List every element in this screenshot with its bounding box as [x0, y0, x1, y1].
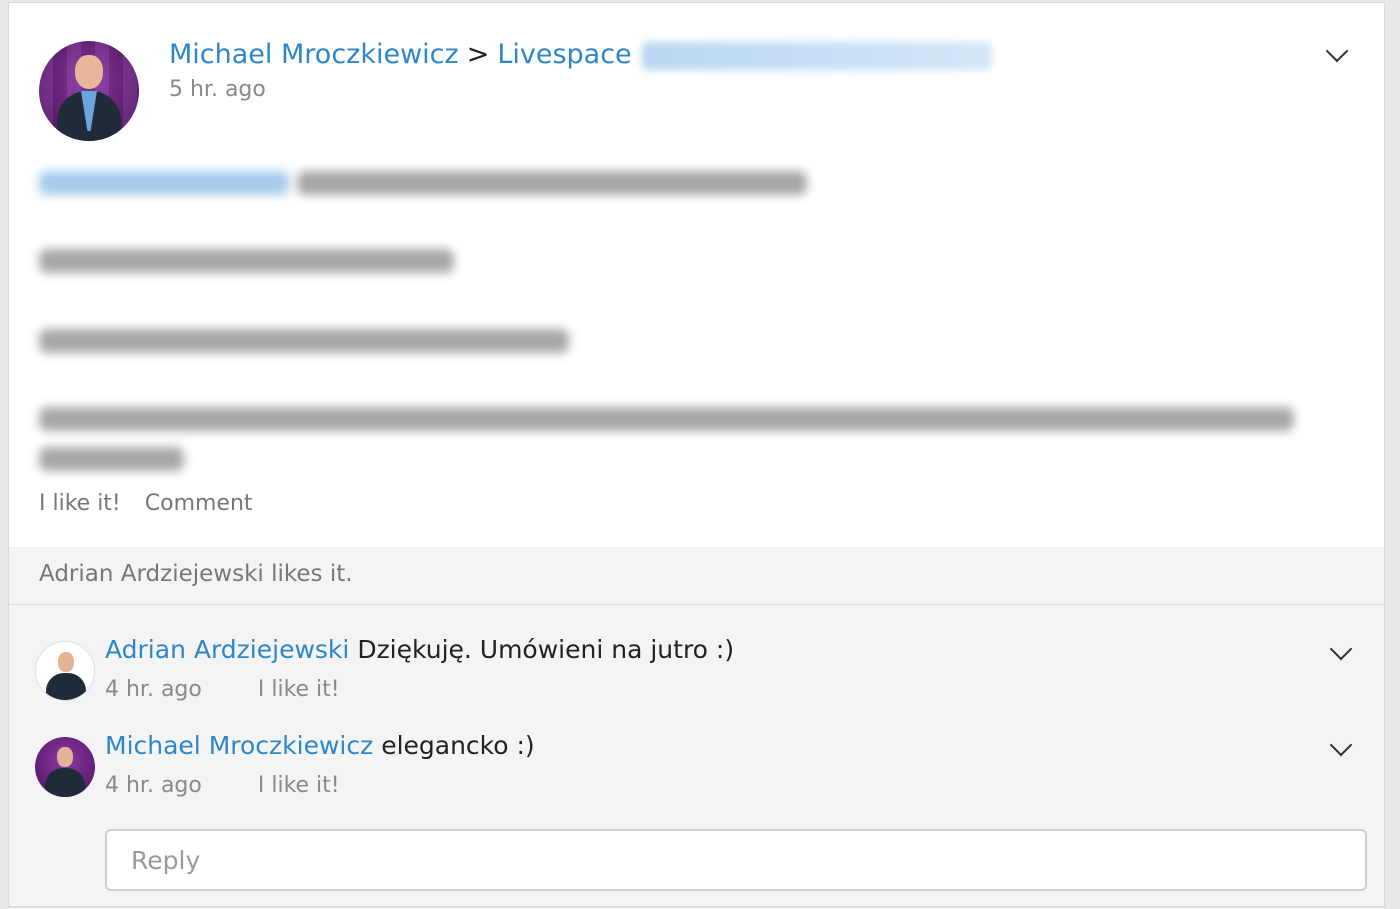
- comment: Michael Mroczkiewicz elegancko :) 4 hr. …: [9, 701, 1384, 798]
- likes-summary: Adrian Ardziejewski likes it.: [9, 547, 1384, 605]
- comment-time: 4 hr. ago: [105, 677, 202, 702]
- like-button[interactable]: I like it!: [39, 491, 121, 516]
- post-actions: I like it! Comment: [39, 491, 277, 516]
- redacted-text: [39, 329, 569, 353]
- likes-text: Adrian Ardziejewski likes it.: [39, 561, 353, 587]
- comment-like-button[interactable]: I like it!: [258, 677, 340, 702]
- redacted-text: [39, 407, 1294, 431]
- comment: Adrian Ardziejewski Dziękuję. Umówieni n…: [9, 605, 1384, 702]
- post-header: Michael Mroczkiewicz > Livespace: [169, 37, 992, 73]
- comment-line: Michael Mroczkiewicz elegancko :): [105, 731, 535, 760]
- redacted-text: [39, 447, 184, 471]
- comment-time: 4 hr. ago: [105, 773, 202, 798]
- comment-like-button[interactable]: I like it!: [258, 773, 340, 798]
- commenter-avatar[interactable]: [35, 641, 95, 701]
- comment-meta: 4 hr. ago I like it!: [105, 773, 340, 798]
- comment-text: Dziękuję. Umówieni na jutro :): [357, 635, 735, 664]
- comment-author-link[interactable]: Adrian Ardziejewski: [105, 635, 349, 664]
- comment-text: elegancko :): [381, 731, 535, 760]
- redacted-text: [297, 171, 807, 195]
- reply-input[interactable]: [105, 829, 1367, 891]
- redacted-mention[interactable]: [39, 171, 289, 195]
- comment-author-link[interactable]: Michael Mroczkiewicz: [105, 731, 373, 760]
- chevron-down-icon[interactable]: [1329, 637, 1353, 661]
- comments-section: Adrian Ardziejewski Dziękuję. Umówieni n…: [9, 605, 1384, 906]
- commenter-avatar[interactable]: [35, 737, 95, 797]
- comment-line: Adrian Ardziejewski Dziękuję. Umówieni n…: [105, 635, 734, 664]
- post-author-link[interactable]: Michael Mroczkiewicz: [169, 39, 459, 70]
- chevron-down-icon[interactable]: [1325, 39, 1349, 63]
- post-time: 5 hr. ago: [169, 77, 266, 102]
- post-target-link[interactable]: Livespace: [497, 39, 631, 70]
- redacted-text: [39, 249, 454, 273]
- activity-card: Michael Mroczkiewicz > Livespace 5 hr. ago…: [8, 2, 1385, 907]
- comment-button[interactable]: Comment: [145, 491, 253, 516]
- chevron-down-icon[interactable]: [1329, 733, 1353, 757]
- comment-meta: 4 hr. ago I like it!: [105, 677, 340, 702]
- redacted-link[interactable]: [641, 41, 992, 70]
- post: Michael Mroczkiewicz > Livespace 5 hr. ago…: [9, 3, 1384, 547]
- author-avatar[interactable]: [39, 41, 139, 141]
- header-separator: >: [466, 39, 490, 70]
